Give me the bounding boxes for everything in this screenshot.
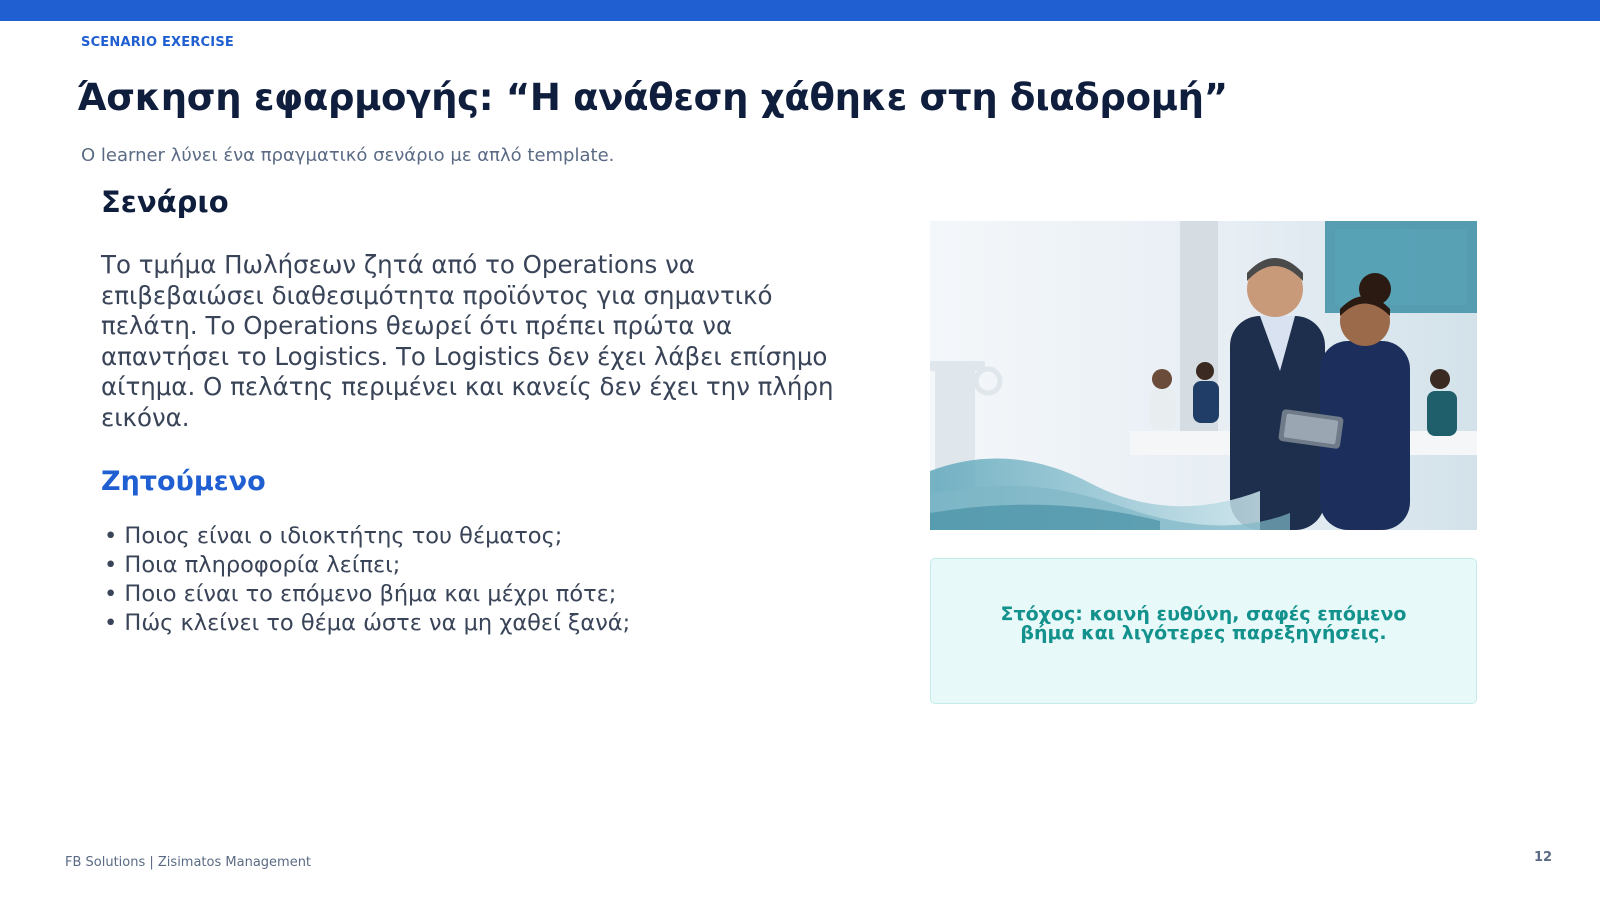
section-eyebrow: SCENARIO EXERCISE xyxy=(81,35,234,50)
footer-text: FB Solutions | Zisimatos Management xyxy=(65,855,312,870)
task-list: • Ποιος είναι ο ιδιοκτήτης του θέματος; … xyxy=(104,522,630,638)
office-team-photo xyxy=(930,221,1477,530)
goal-card: Στόχος: κοινή ευθύνη, σαφές επόμενο βήμα… xyxy=(930,558,1477,704)
task-item: • Ποιο είναι το επόμενο βήμα και μέχρι π… xyxy=(104,581,617,607)
task-item: • Ποια πληροφορία λείπει; xyxy=(104,552,401,578)
slide-subtitle: Ο learner λύνει ένα πραγματικό σενάριο μ… xyxy=(81,145,615,166)
office-team-illustration xyxy=(930,221,1477,530)
scenario-heading: Σενάριο xyxy=(101,185,229,219)
task-heading: Ζητούμενο xyxy=(101,466,266,497)
goal-text: Στόχος: κοινή ευθύνη, σαφές επόμενο βήμα… xyxy=(1000,603,1407,644)
page-number: 12 xyxy=(1534,850,1553,865)
scenario-text: Το τμήμα Πωλήσεων ζητά από το Operations… xyxy=(101,250,834,432)
task-item: • Ποιος είναι ο ιδιοκτήτης του θέματος; xyxy=(104,523,563,549)
top-accent-bar xyxy=(0,0,1600,21)
task-item: • Πώς κλείνει το θέμα ώστε να μη χαθεί ξ… xyxy=(104,610,631,636)
slide-title: Άσκηση εφαρμογής: “Η ανάθεση χάθηκε στη … xyxy=(77,76,1228,119)
